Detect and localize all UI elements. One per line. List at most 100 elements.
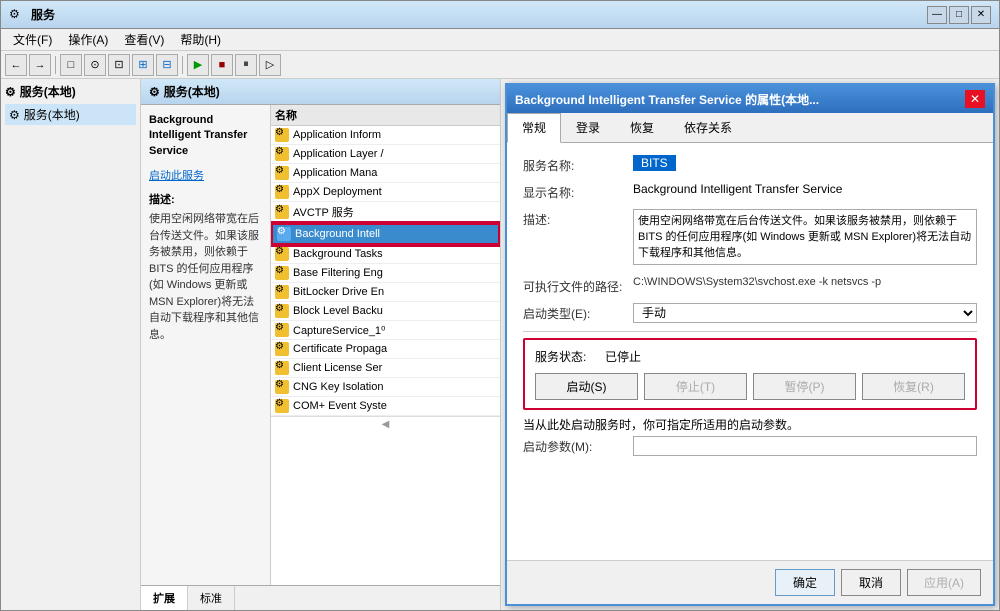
list-item[interactable]: Base Filtering Eng: [271, 264, 500, 283]
list-item[interactable]: CaptureService_1⁰: [271, 321, 500, 340]
service-icon: [275, 399, 289, 413]
left-panel-icon: ⚙: [5, 85, 16, 99]
list-item[interactable]: Client License Ser: [271, 359, 500, 378]
minimize-button[interactable]: —: [927, 6, 947, 24]
service-row-name: CNG Key Isolation: [293, 381, 496, 393]
exec-path-row: 可执行文件的路径: C:\WINDOWS\System32\svchost.ex…: [523, 276, 977, 295]
toolbar-stop[interactable]: ■: [211, 54, 233, 76]
ok-button[interactable]: 确定: [775, 569, 835, 596]
window-controls: — □ ✕: [927, 6, 991, 24]
service-row-name: Block Level Backu: [293, 305, 496, 317]
service-desc: 使用空闲网络带宽在后台传送文件。如果该服务被禁用，则依赖于 BITS 的任何应用…: [149, 211, 262, 343]
list-item-selected[interactable]: Background Intell: [271, 223, 500, 245]
start-button[interactable]: 启动(S): [535, 373, 638, 400]
resume-button[interactable]: 恢复(R): [862, 373, 965, 400]
center-header: ⚙ 服务(本地): [141, 79, 500, 105]
description-value: [633, 209, 977, 268]
list-item[interactable]: Block Level Backu: [271, 302, 500, 321]
description-row: 描述:: [523, 209, 977, 268]
service-name-display: BITS: [633, 155, 676, 171]
toolbar-btn-3[interactable]: ⊡: [108, 54, 130, 76]
service-row-name: Background Tasks: [293, 248, 496, 260]
status-row: 服务状态: 已停止: [535, 348, 965, 365]
service-icon: [275, 205, 289, 219]
tab-login[interactable]: 登录: [561, 113, 615, 142]
dialog-title-bar: Background Intelligent Transfer Service …: [507, 85, 993, 113]
description-textarea[interactable]: [633, 209, 977, 265]
toolbar-play[interactable]: ▶: [187, 54, 209, 76]
display-name-value: Background Intelligent Transfer Service: [633, 182, 977, 196]
service-name-row: 服务名称: BITS: [523, 155, 977, 174]
window-title: 服务: [31, 6, 927, 23]
list-item[interactable]: Application Layer /: [271, 145, 500, 164]
pause-button[interactable]: 暂停(P): [753, 373, 856, 400]
apply-button[interactable]: 应用(A): [907, 569, 981, 596]
tab-standard[interactable]: 标准: [188, 586, 235, 610]
left-panel-title: 服务(本地): [20, 83, 76, 100]
toolbar-sep-1: [55, 56, 56, 74]
list-item[interactable]: COM+ Event Syste: [271, 397, 500, 416]
title-bar: ⚙ 服务 — □ ✕: [1, 1, 999, 29]
list-item[interactable]: AppX Deployment: [271, 183, 500, 202]
display-name-row: 显示名称: Background Intelligent Transfer Se…: [523, 182, 977, 201]
start-service-link[interactable]: 启动此服务: [149, 167, 262, 183]
list-item[interactable]: Application Mana: [271, 164, 500, 183]
start-params-input[interactable]: [633, 436, 977, 456]
service-icon: [275, 266, 289, 280]
service-row-name: BitLocker Drive En: [293, 286, 496, 298]
startup-type-value: 手动 自动 禁用 自动(延迟启动): [633, 303, 977, 323]
cancel-button[interactable]: 取消: [841, 569, 901, 596]
list-item[interactable]: Certificate Propaga: [271, 340, 500, 359]
startup-type-select[interactable]: 手动 自动 禁用 自动(延迟启动): [633, 303, 977, 323]
tree-label: 服务(本地): [24, 106, 80, 123]
service-icon: [277, 227, 291, 241]
service-row-name: Base Filtering Eng: [293, 267, 496, 279]
service-icon: [275, 285, 289, 299]
center-header-icon: ⚙: [149, 85, 160, 99]
list-item[interactable]: BitLocker Drive En: [271, 283, 500, 302]
left-panel-header: ⚙ 服务(本地): [5, 83, 136, 100]
dialog-close-button[interactable]: ✕: [965, 90, 985, 108]
status-label: 服务状态:: [535, 348, 605, 365]
list-item[interactable]: CNG Key Isolation: [271, 378, 500, 397]
service-icon: [275, 166, 289, 180]
tab-expand[interactable]: 扩展: [141, 586, 188, 610]
menu-file[interactable]: 文件(F): [5, 29, 60, 50]
toolbar-btn-4[interactable]: ⊞: [132, 54, 154, 76]
list-item[interactable]: Application Inform: [271, 126, 500, 145]
service-row-name: CaptureService_1⁰: [293, 324, 496, 337]
dialog-body: 服务名称: BITS 显示名称: Background Intelligent …: [507, 143, 993, 560]
maximize-button[interactable]: □: [949, 6, 969, 24]
close-button[interactable]: ✕: [971, 6, 991, 24]
menu-view[interactable]: 查看(V): [116, 29, 172, 50]
toolbar-sep-2: [182, 56, 183, 74]
service-info-panel: Background Intelligent Transfer Service …: [141, 105, 271, 585]
list-item[interactable]: AVCTP 服务: [271, 202, 500, 223]
stop-button[interactable]: 停止(T): [644, 373, 747, 400]
service-icon: [275, 361, 289, 375]
tab-general[interactable]: 常规: [507, 113, 561, 143]
tab-recovery[interactable]: 恢复: [615, 113, 669, 142]
service-icon: [275, 147, 289, 161]
tab-dependencies[interactable]: 依存关系: [669, 113, 747, 142]
toolbar-pause[interactable]: ⏸: [235, 54, 257, 76]
tree-item-local[interactable]: ⚙ 服务(本地): [5, 104, 136, 125]
service-row-name: COM+ Event Syste: [293, 400, 496, 412]
toolbar-btn-5[interactable]: ⊟: [156, 54, 178, 76]
menu-help[interactable]: 帮助(H): [172, 29, 229, 50]
properties-dialog: Background Intelligent Transfer Service …: [505, 83, 995, 606]
toolbar-btn-2[interactable]: ⊙: [84, 54, 106, 76]
toolbar-back[interactable]: ←: [5, 54, 27, 76]
service-row-name: Certificate Propaga: [293, 343, 496, 355]
toolbar-resume[interactable]: ▷: [259, 54, 281, 76]
list-item[interactable]: Background Tasks: [271, 245, 500, 264]
menu-action[interactable]: 操作(A): [60, 29, 116, 50]
dialog-tabs: 常规 登录 恢复 依存关系: [507, 113, 993, 143]
toolbar-btn-1[interactable]: □: [60, 54, 82, 76]
toolbar-forward[interactable]: →: [29, 54, 51, 76]
content-area: ⚙ 服务(本地) ⚙ 服务(本地) ⚙ 服务(本地) Background In…: [1, 79, 999, 610]
center-bottom-tabs: 扩展 标准: [141, 585, 500, 610]
service-icon: [275, 247, 289, 261]
display-name-label: 显示名称:: [523, 182, 633, 201]
service-row-name: AVCTP 服务: [293, 204, 496, 220]
